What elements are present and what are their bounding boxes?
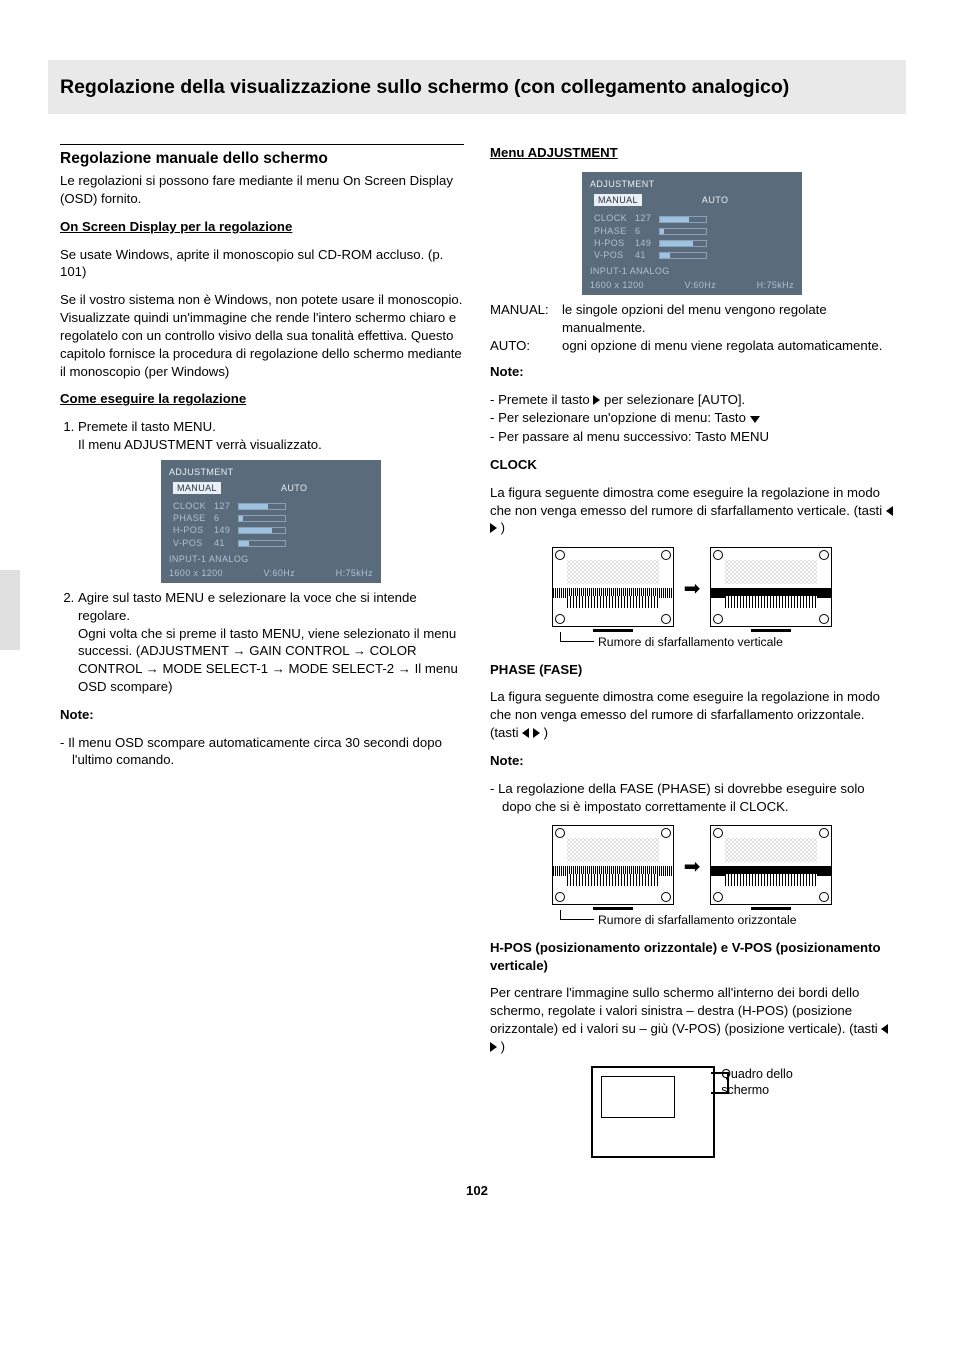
left-triangle-icon	[886, 506, 893, 516]
rule	[60, 144, 464, 145]
clock-caption: Rumore di sfarfallamento verticale	[490, 634, 894, 650]
osd-title: ADJUSTMENT	[161, 466, 381, 482]
page-number: 102	[60, 1182, 894, 1200]
right-triangle-icon	[533, 728, 540, 738]
arrow-right-icon: ➡	[684, 576, 701, 603]
intro-text: Le regolazioni si possono fare mediante …	[60, 172, 464, 208]
hpos-text: Per centrare l'immagine sullo schermo al…	[490, 984, 894, 1055]
osd-p2: Se il vostro sistema non è Windows, non …	[60, 291, 464, 380]
heading-manual-adjust: Regolazione manuale dello schermo	[60, 149, 464, 170]
note-r1-2: Per selezionare un'opzione di menu: Tast…	[490, 409, 894, 427]
right-column: Menu ADJUSTMENT ADJUSTMENT MANUAL AUTO C…	[490, 144, 894, 1157]
arrow-right-icon: ➡	[684, 854, 701, 881]
note-left-1: Il menu OSD scompare automaticamente cir…	[60, 734, 464, 770]
heading-howto: Come eseguire la regolazione	[60, 390, 464, 408]
heading-menu-adjustment: Menu ADJUSTMENT	[490, 144, 894, 162]
screen-frame	[591, 1066, 715, 1158]
auto-val: ogni opzione di menu viene regolata auto…	[562, 337, 894, 355]
osd-figure-2: ADJUSTMENT MANUAL AUTO CLOCK127 PHASE6 H…	[582, 172, 802, 295]
frame-figure: Quadro dello schermo	[490, 1066, 894, 1158]
down-triangle-icon	[750, 416, 760, 423]
osd-figure-1: ADJUSTMENT MANUAL AUTO CLOCK127 PHASE6 H…	[161, 460, 381, 583]
osd-rows: CLOCK127 PHASE6 H-POS149 V-POS41	[169, 500, 290, 549]
left-column: Regolazione manuale dello schermo Le reg…	[60, 144, 464, 1157]
steps-list: Premete il tasto MENU. Il menu ADJUSTMEN…	[60, 418, 464, 696]
callout-bracket-icon	[711, 1072, 729, 1094]
note-r1-3: Per passare al menu successivo: Tasto ME…	[490, 428, 894, 446]
phase-caption: Rumore di sfarfallamento orizzontale	[490, 912, 894, 928]
right-triangle-icon	[490, 523, 497, 533]
note-heading-left: Note:	[60, 706, 464, 724]
heading-clock: CLOCK	[490, 456, 894, 474]
heading-phase: PHASE (FASE)	[490, 661, 894, 679]
manual-val: le singole opzioni del menu vengono rego…	[562, 301, 894, 337]
step-2: Agire sul tasto MENU e selezionare la vo…	[78, 589, 464, 696]
manual-key: MANUAL:	[490, 301, 562, 337]
page-title: Regolazione della visualizzazione sullo …	[60, 74, 894, 100]
manual-auto-list: MANUAL: le singole opzioni del menu veng…	[490, 301, 894, 354]
note-r1-1: Premete il tasto per selezionare [AUTO].	[490, 391, 894, 409]
monitor-before	[552, 547, 674, 632]
right-triangle-icon	[490, 1042, 497, 1052]
phase-text: La figura seguente dimostra come eseguir…	[490, 688, 894, 741]
monitor-after	[710, 825, 832, 910]
heading-osd: On Screen Display per la regolazione	[60, 218, 464, 236]
phase-notes: La regolazione della FASE (PHASE) si dov…	[490, 780, 894, 816]
title-band: Regolazione della visualizzazione sullo …	[48, 60, 906, 114]
side-tab	[0, 570, 20, 650]
osd-tab-manual: MANUAL	[173, 482, 221, 494]
clock-figure: ➡	[490, 547, 894, 632]
monitor-after	[710, 547, 832, 632]
heading-hpos: H-POS (posizionamento orizzontale) e V-P…	[490, 939, 894, 975]
clock-text: La figura seguente dimostra come eseguir…	[490, 484, 894, 537]
notes-left: Il menu OSD scompare automaticamente cir…	[60, 734, 464, 770]
phase-figure: ➡	[490, 825, 894, 910]
left-triangle-icon	[881, 1024, 888, 1034]
phase-note-1: La regolazione della FASE (PHASE) si dov…	[490, 780, 894, 816]
osd-p1: Se usate Windows, aprite il monoscopio s…	[60, 246, 464, 282]
osd-bar-fill	[239, 504, 268, 509]
note-heading-r1: Note:	[490, 363, 894, 381]
left-triangle-icon	[522, 728, 529, 738]
frame-cap-1: Quadro dello	[721, 1067, 793, 1081]
auto-key: AUTO:	[490, 337, 562, 355]
monitor-before	[552, 825, 674, 910]
notes-r1: Premete il tasto per selezionare [AUTO].…	[490, 391, 894, 446]
osd-tab-auto: AUTO	[281, 482, 307, 494]
step-1: Premete il tasto MENU. Il menu ADJUSTMEN…	[78, 418, 464, 583]
phase-note-heading: Note:	[490, 752, 894, 770]
